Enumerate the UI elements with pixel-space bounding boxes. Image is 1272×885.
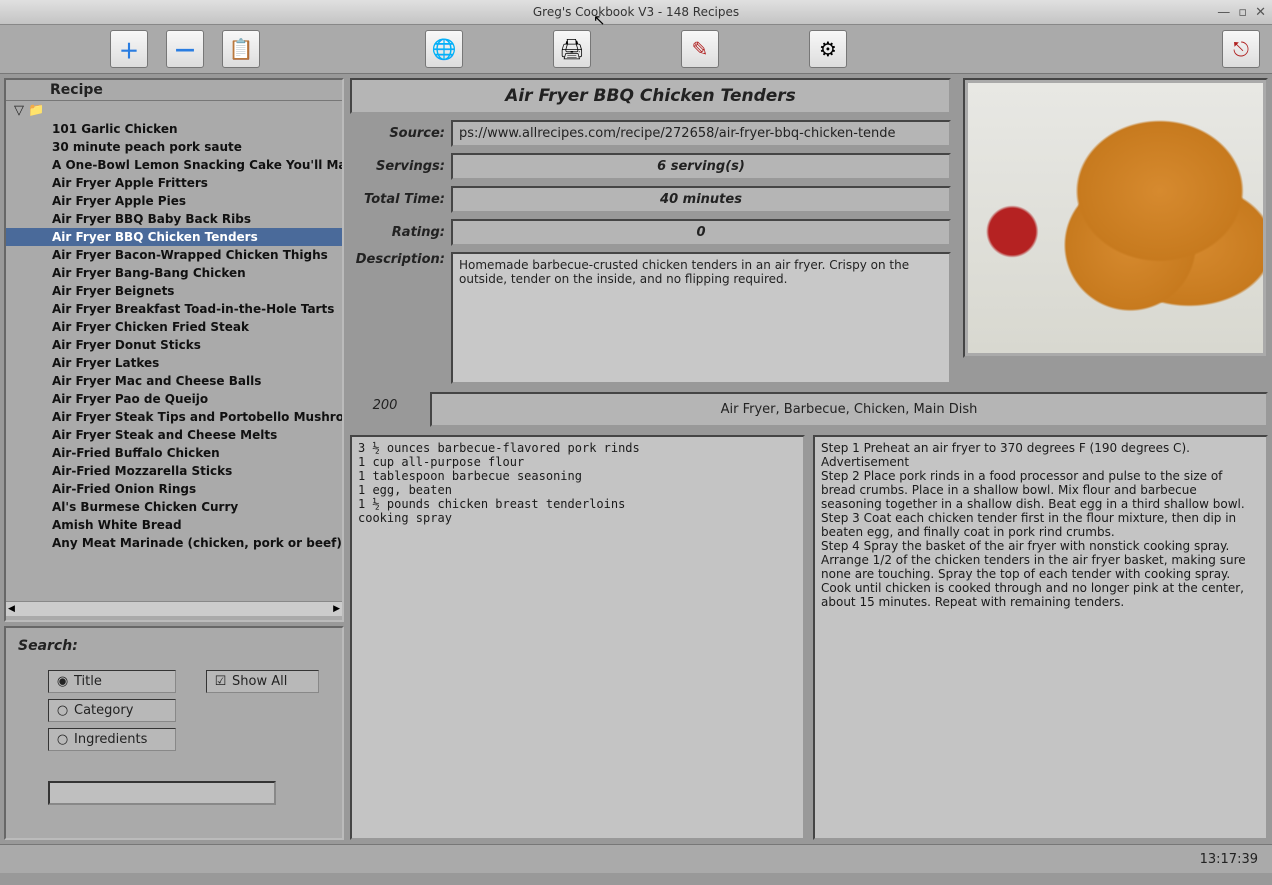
list-item[interactable]: Air Fryer Donut Sticks <box>6 336 342 354</box>
list-item[interactable]: 101 Garlic Chicken <box>6 120 342 138</box>
list-item[interactable]: Air Fryer Steak and Cheese Melts <box>6 426 342 444</box>
total-value: 40 minutes <box>451 186 951 213</box>
clock: 13:17:39 <box>1200 852 1258 867</box>
search-panel: Search: ◉ Title ☑ Show All ○ Category <box>4 626 344 840</box>
show-all-check[interactable]: ☑ Show All <box>206 670 319 693</box>
food-image-icon <box>968 83 1263 353</box>
radio-icon: ○ <box>57 705 68 716</box>
recipe-image <box>963 78 1268 358</box>
list-item[interactable]: Air Fryer Bacon-Wrapped Chicken Thighs <box>6 246 342 264</box>
recipe-tags: Air Fryer, Barbecue, Chicken, Main Dish <box>430 392 1268 427</box>
list-item[interactable]: Air Fryer Chicken Fried Steak <box>6 318 342 336</box>
instructions-box[interactable]: Step 1 Preheat an air fryer to 370 degre… <box>813 435 1268 840</box>
title-bar: Greg's Cookbook V3 - 148 Recipes ↖ — ▫ ✕ <box>0 0 1272 25</box>
search-input[interactable] <box>48 781 276 805</box>
list-item[interactable]: Any Meat Marinade (chicken, pork or beef… <box>6 534 342 552</box>
list-item[interactable]: Air Fryer Pao de Queijo <box>6 390 342 408</box>
desc-label: Description: <box>350 252 445 267</box>
list-item[interactable]: Air Fryer Latkes <box>6 354 342 372</box>
settings-button[interactable]: ⚙ <box>809 30 847 68</box>
print-button[interactable]: 🖨 <box>553 30 591 68</box>
add-button[interactable]: ＋ <box>110 30 148 68</box>
list-item[interactable]: Air Fryer Beignets <box>6 282 342 300</box>
list-item[interactable]: Air Fryer Breakfast Toad-in-the-Hole Tar… <box>6 300 342 318</box>
total-label: Total Time: <box>350 192 445 207</box>
list-item[interactable]: Air Fryer Mac and Cheese Balls <box>6 372 342 390</box>
search-ingredients-radio[interactable]: ○ Ingredients <box>48 728 176 751</box>
source-value[interactable]: ps://www.allrecipes.com/recipe/272658/ai… <box>451 120 951 147</box>
web-button[interactable]: 🌐 <box>425 30 463 68</box>
remove-button[interactable]: — <box>166 30 204 68</box>
rating-label: Rating: <box>350 225 445 240</box>
list-item[interactable]: Air-Fried Buffalo Chicken <box>6 444 342 462</box>
search-category-radio[interactable]: ○ Category <box>48 699 176 722</box>
list-item[interactable]: Air Fryer Bang-Bang Chicken <box>6 264 342 282</box>
edit-button[interactable]: ✎ <box>681 30 719 68</box>
tree-folder[interactable]: ▽ 📁 <box>6 101 342 120</box>
source-label: Source: <box>350 126 445 141</box>
list-item[interactable]: Al's Burmese Chicken Curry <box>6 498 342 516</box>
recipe-tree: Recipe ▽ 📁101 Garlic Chicken30 minute pe… <box>4 78 344 622</box>
paste-button[interactable]: 📋 <box>222 30 260 68</box>
list-item[interactable]: Air Fryer Apple Fritters <box>6 174 342 192</box>
tree-header[interactable]: Recipe <box>6 80 342 101</box>
list-item[interactable]: Air Fryer BBQ Baby Back Ribs <box>6 210 342 228</box>
list-item[interactable]: Air-Fried Mozzarella Sticks <box>6 462 342 480</box>
minimize-icon[interactable]: — <box>1217 5 1230 20</box>
list-item[interactable]: Air Fryer Apple Pies <box>6 192 342 210</box>
list-item[interactable]: Air-Fried Onion Rings <box>6 480 342 498</box>
status-bar: 13:17:39 <box>0 844 1272 873</box>
h-scrollbar[interactable]: ◀▶ <box>6 601 342 616</box>
maximize-icon[interactable]: ▫ <box>1238 5 1247 20</box>
list-item[interactable]: Air Fryer Steak Tips and Portobello Mush… <box>6 408 342 426</box>
servings-label: Servings: <box>350 159 445 174</box>
toolbar: ＋ — 📋 🌐 🖨 ✎ ⚙ ⎋ <box>0 25 1272 74</box>
list-item[interactable]: Air Fryer BBQ Chicken Tenders <box>6 228 342 246</box>
list-item[interactable]: A One-Bowl Lemon Snacking Cake You'll Ma… <box>6 156 342 174</box>
recipe-title: Air Fryer BBQ Chicken Tenders <box>350 78 951 114</box>
check-icon: ☑ <box>215 676 226 687</box>
ingredients-box[interactable]: 3 ½ ounces barbecue-flavored pork rinds … <box>350 435 805 840</box>
list-item[interactable]: Amish White Bread <box>6 516 342 534</box>
window-title: Greg's Cookbook V3 - 148 Recipes <box>533 5 739 19</box>
radio-icon: ◉ <box>57 676 68 687</box>
close-icon[interactable]: ✕ <box>1255 5 1266 20</box>
radio-icon: ○ <box>57 734 68 745</box>
description-box[interactable]: Homemade barbecue-crusted chicken tender… <box>451 252 951 384</box>
exit-button[interactable]: ⎋ <box>1222 30 1260 68</box>
servings-value: 6 serving(s) <box>451 153 951 180</box>
recipe-code: 200 <box>350 392 420 427</box>
search-label: Search: <box>18 638 330 654</box>
rating-value: 0 <box>451 219 951 246</box>
list-item[interactable]: 30 minute peach pork saute <box>6 138 342 156</box>
tree-body[interactable]: ▽ 📁101 Garlic Chicken30 minute peach por… <box>6 101 342 601</box>
search-title-radio[interactable]: ◉ Title <box>48 670 176 693</box>
